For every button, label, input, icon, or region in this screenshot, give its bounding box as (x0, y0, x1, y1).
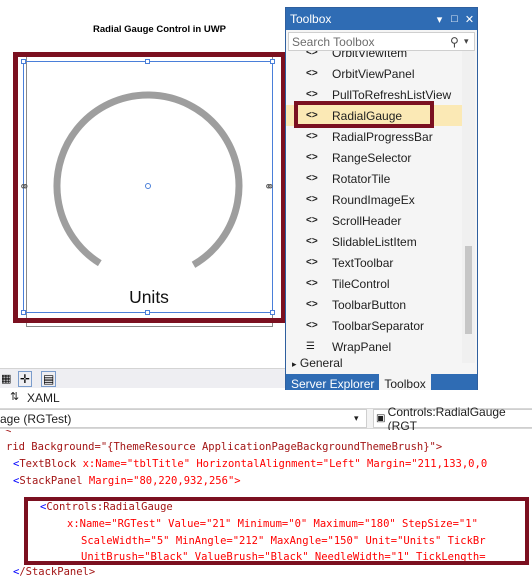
scope-bar: age (RGTest) ▾ ▣ Controls:RadialGauge (R… (0, 405, 532, 433)
toolbox-item[interactable]: <> OrbitViewItem (286, 51, 462, 63)
scrollbar-thumb[interactable] (465, 246, 472, 334)
toolbox-group-general[interactable]: ▸ General (292, 356, 343, 370)
element-icon: ▣ (376, 413, 386, 424)
control-icon: <> (306, 173, 318, 184)
control-icon: <> (306, 236, 318, 247)
control-icon: <> (306, 152, 318, 163)
control-icon: <> (306, 320, 318, 331)
snap-icon[interactable]: ✛ (18, 371, 33, 387)
toolbox-item[interactable]: <> OrbitViewPanel (286, 63, 462, 84)
control-icon: <> (306, 51, 318, 58)
toolbox-scrollbar[interactable] (462, 51, 475, 363)
wrappanel-icon: ☰ (306, 341, 315, 352)
control-icon: <> (306, 299, 318, 310)
code-highlight-box (24, 497, 529, 565)
toolbox-item[interactable]: <> RotatorTile (286, 168, 462, 189)
code-line: <StackPanel Margin="80,220,932,256"> (13, 475, 241, 487)
swap-icon[interactable]: ⇅ (10, 390, 19, 403)
control-icon: <> (306, 68, 318, 79)
toolbox-item[interactable]: <> ToolbarButton (286, 294, 462, 315)
toolbox-item-list: <> OrbitViewItem <> OrbitViewPanel <> PullT… (286, 51, 462, 363)
toolbox-item[interactable]: <> RadialProgressBar (286, 126, 462, 147)
toolbox-item[interactable]: <> RangeSelector (286, 147, 462, 168)
dropdown-arrow-icon[interactable]: ▾ (432, 13, 447, 26)
toolbox-item[interactable]: <> TileControl (286, 273, 462, 294)
toolbox-search-input[interactable]: Search Toolbox ⚲ ▾ (288, 32, 475, 51)
toolbox-title: Toolbox (290, 12, 332, 26)
maximize-icon[interactable]: □ (447, 13, 462, 25)
toolbox-titlebar[interactable]: Toolbox ▾ □ ✕ (286, 8, 477, 30)
chevron-down-icon: ▾ (354, 413, 359, 423)
code-line: </StackPanel> (13, 566, 96, 578)
search-placeholder: Search Toolbox (292, 34, 375, 49)
grid-icon[interactable]: ▦ (1, 372, 11, 385)
control-icon: <> (306, 278, 318, 289)
control-icon: <> (306, 257, 318, 268)
control-icon: <> (306, 194, 318, 205)
toolbox-item[interactable]: <> RoundImageEx (286, 189, 462, 210)
code-line: rid Background="{ThemeResource Applicati… (6, 441, 443, 453)
gauge-highlight-box (13, 52, 286, 323)
code-line: < (5, 430, 12, 436)
control-icon: <> (306, 89, 318, 100)
search-icon[interactable]: ⚲ (450, 35, 464, 49)
expand-arrow-icon: ▸ (292, 359, 297, 369)
control-icon: <> (306, 131, 318, 142)
scope-dropdown-left[interactable]: age (RGTest) ▾ (0, 409, 367, 428)
toolbox-item[interactable]: <> ToolbarSeparator (286, 315, 462, 336)
toolbox-item[interactable]: <> SlidableListItem (286, 231, 462, 252)
toolbox-panel: Toolbox ▾ □ ✕ Search Toolbox ⚲ ▾ <> Orbit… (285, 7, 478, 395)
scope-dropdown-right[interactable]: ▣ Controls:RadialGauge (RGT (373, 405, 532, 433)
search-dropdown-icon[interactable]: ▾ (464, 36, 474, 47)
designer-bottom-toolbar: ▦ ✛ ▤ (0, 368, 285, 388)
close-icon[interactable]: ✕ (462, 13, 477, 26)
toolbox-item[interactable]: <> TextToolbar (286, 252, 462, 273)
control-icon: <> (306, 215, 318, 226)
toolbox-item[interactable]: ☰ WrapPanel (286, 336, 462, 357)
code-line: <TextBlock x:Name="tblTitle" HorizontalA… (13, 458, 488, 470)
snap-to-lines-icon[interactable]: ▤ (41, 371, 57, 387)
design-surface[interactable]: Radial Gauge Control in UWP ⚭ ⚭ Units (0, 0, 286, 368)
toolbox-item[interactable]: <> ScrollHeader (286, 210, 462, 231)
toolbox-highlight-box (294, 101, 434, 128)
xaml-tab-label: XAML (27, 391, 60, 405)
